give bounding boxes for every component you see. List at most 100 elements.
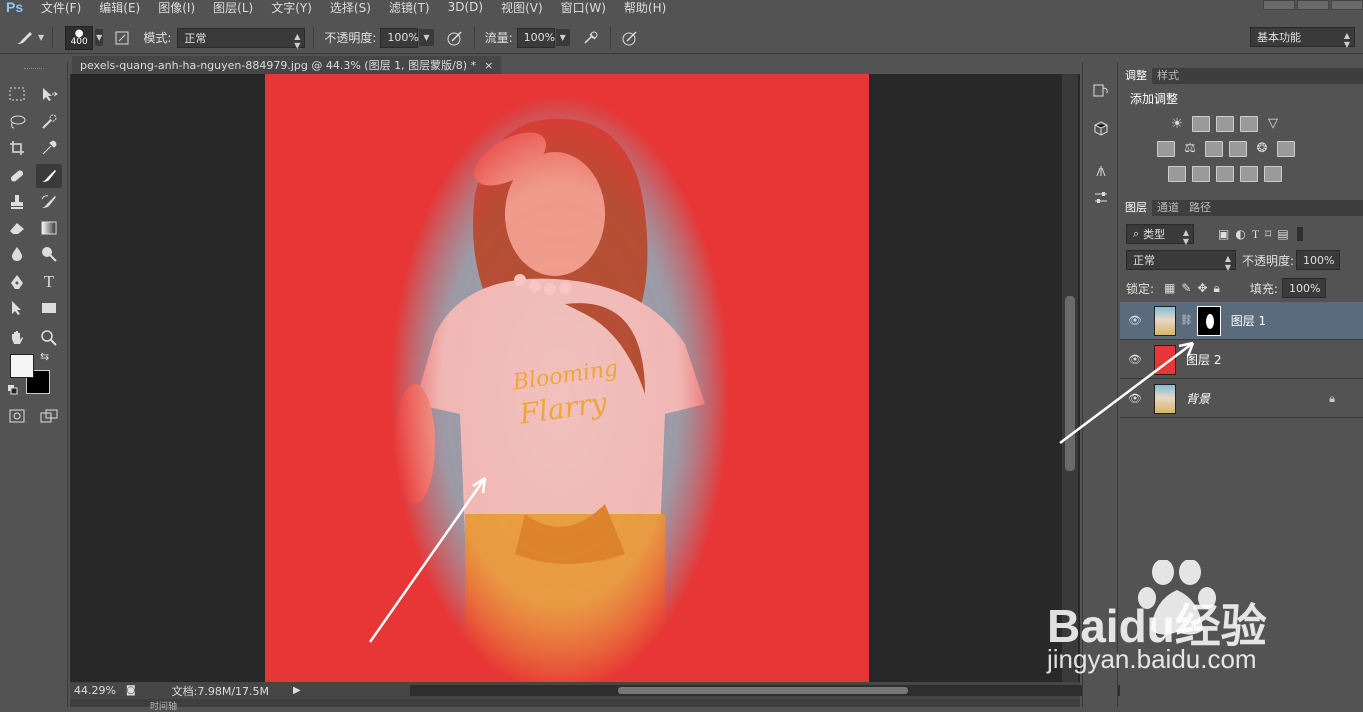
menu-3d[interactable]: 3D(D) [439, 0, 492, 14]
blend-mode-select[interactable]: 正常 ▲ ▼ [1126, 250, 1236, 272]
gradient-map-icon[interactable] [1264, 166, 1282, 182]
filter-smart-object-icon[interactable]: ▤ [1277, 227, 1288, 241]
brush-preset-caret-icon[interactable]: ▼ [38, 33, 44, 42]
filter-type-icon[interactable]: T [1252, 227, 1259, 242]
close-window-button[interactable] [1331, 0, 1363, 10]
healing-brush-tool-icon[interactable] [4, 164, 30, 188]
channel-mixer-icon[interactable]: ❂ [1253, 141, 1271, 157]
document-canvas[interactable]: Blooming Flarry [265, 74, 869, 682]
menu-file[interactable]: 文件(F) [32, 0, 90, 16]
lock-all-icon[interactable]: 🔒︎ [1214, 281, 1220, 296]
lock-position-icon[interactable]: ✥ [1197, 281, 1207, 295]
tab-styles[interactable]: 样式 [1152, 68, 1184, 84]
filter-shape-icon[interactable]: ⌑ [1265, 227, 1271, 241]
status-menu-arrow-icon[interactable]: ▶ [293, 685, 301, 696]
canvas-area[interactable]: Blooming Flarry [70, 74, 1080, 682]
filter-pixel-icon[interactable]: ▣ [1218, 227, 1229, 241]
menu-edit[interactable]: 编辑(E) [90, 0, 149, 16]
clone-stamp-tool-icon[interactable] [4, 190, 30, 214]
history-brush-tool-icon[interactable] [36, 190, 62, 214]
eyedropper-tool-icon[interactable] [36, 136, 62, 160]
menu-type[interactable]: 文字(Y) [262, 0, 321, 16]
horizontal-scroll-thumb[interactable] [618, 687, 908, 694]
status-info-icon[interactable]: ◙ [126, 685, 136, 696]
pen-tool-icon[interactable] [4, 270, 30, 294]
mask-link-icon[interactable]: ⛓︎ [1180, 315, 1193, 326]
crop-tool-icon[interactable] [4, 136, 30, 160]
default-colors-icon[interactable] [8, 384, 18, 395]
posterize-icon[interactable] [1192, 166, 1210, 182]
mode-select[interactable]: 正常 ▲ ▼ [177, 27, 306, 50]
foreground-color-swatch[interactable] [10, 354, 34, 378]
history-panel-icon[interactable] [1091, 80, 1111, 100]
menu-filter[interactable]: 滤镜(T) [380, 0, 439, 16]
hand-tool-icon[interactable] [4, 326, 30, 350]
move-tool-icon[interactable] [36, 82, 62, 106]
eraser-tool-icon[interactable] [4, 216, 30, 240]
color-balance-icon[interactable]: ⚖ [1181, 141, 1199, 157]
tools-grip[interactable] [24, 68, 44, 71]
opacity-input[interactable]: 100% [380, 27, 419, 48]
brightness-contrast-icon[interactable]: ☀ [1168, 116, 1186, 132]
visibility-eye-icon[interactable]: 👁︎ [1128, 314, 1142, 327]
layer-opacity-input[interactable]: 100% [1296, 250, 1341, 270]
selective-color-icon[interactable] [1240, 166, 1258, 182]
lock-pixels-icon[interactable]: ✎ [1181, 281, 1191, 295]
properties-panel-icon[interactable] [1091, 188, 1111, 208]
marquee-tool-icon[interactable] [4, 82, 30, 106]
timeline-tab[interactable]: 时间轴 [70, 699, 1080, 712]
close-tab-icon[interactable]: × [484, 59, 493, 72]
brush-size-picker[interactable]: ● 400 [65, 25, 94, 50]
type-tool-icon[interactable]: T [36, 270, 62, 294]
menu-select[interactable]: 选择(S) [321, 0, 380, 16]
opacity-caret-icon[interactable]: ▼ [419, 29, 434, 46]
filter-toggle[interactable] [1296, 227, 1303, 241]
layer-mask-thumbnail[interactable] [1196, 305, 1221, 336]
maximize-button[interactable] [1297, 0, 1329, 10]
screen-mode-icon[interactable] [36, 404, 62, 428]
brush-size-caret-icon[interactable]: ▼ [95, 29, 104, 46]
layer-filter-select[interactable]: ⌕ 类型 ▲ ▼ [1126, 224, 1194, 246]
pressure-opacity-icon[interactable] [444, 27, 466, 49]
lock-transparent-icon[interactable]: ▦ [1164, 281, 1175, 295]
path-selection-tool-icon[interactable] [4, 296, 30, 320]
color-lookup-icon[interactable] [1277, 141, 1295, 157]
menu-image[interactable]: 图像(I) [149, 0, 204, 16]
swap-colors-icon[interactable]: ⇆ [40, 350, 49, 363]
exposure-icon[interactable] [1240, 116, 1258, 132]
menu-window[interactable]: 窗口(W) [552, 0, 615, 16]
minimize-button[interactable] [1263, 0, 1295, 10]
document-tab[interactable]: pexels-quang-anh-ha-nguyen-884979.jpg @ … [72, 56, 502, 74]
tab-adjustments[interactable]: 调整 [1120, 68, 1152, 84]
invert-icon[interactable] [1168, 166, 1186, 182]
3d-panel-icon[interactable] [1091, 118, 1111, 138]
tab-paths[interactable]: 路径 [1184, 200, 1216, 216]
hue-saturation-icon[interactable] [1157, 141, 1175, 157]
menu-view[interactable]: 视图(V) [492, 0, 552, 16]
menu-layer[interactable]: 图层(L) [204, 0, 262, 16]
menu-help[interactable]: 帮助(H) [615, 0, 675, 16]
flow-caret-icon[interactable]: ▼ [555, 29, 570, 46]
zoom-level[interactable]: 44.29% [74, 684, 116, 697]
vibrance-icon[interactable]: ▽ [1264, 116, 1282, 132]
horizontal-scrollbar[interactable] [410, 685, 1130, 696]
flow-input[interactable]: 100% [516, 27, 555, 48]
black-white-icon[interactable] [1205, 141, 1223, 157]
tab-channels[interactable]: 通道 [1152, 200, 1184, 216]
filter-adjustment-icon[interactable]: ◐ [1235, 227, 1245, 241]
rectangle-tool-icon[interactable] [36, 296, 62, 320]
levels-icon[interactable] [1192, 116, 1210, 132]
threshold-icon[interactable] [1216, 166, 1234, 182]
quick-mask-icon[interactable] [4, 404, 30, 428]
brush-panel-toggle-icon[interactable] [111, 27, 133, 49]
curves-icon[interactable] [1216, 116, 1234, 132]
zoom-tool-icon[interactable] [36, 326, 62, 350]
photo-filter-icon[interactable] [1229, 141, 1247, 157]
blur-tool-icon[interactable] [4, 242, 30, 266]
airbrush-icon[interactable] [580, 27, 602, 49]
dodge-tool-icon[interactable] [36, 242, 62, 266]
quick-selection-tool-icon[interactable] [36, 110, 62, 134]
brush-tool-icon[interactable] [36, 164, 62, 188]
pressure-size-icon[interactable] [619, 27, 641, 49]
lasso-tool-icon[interactable] [4, 110, 30, 134]
